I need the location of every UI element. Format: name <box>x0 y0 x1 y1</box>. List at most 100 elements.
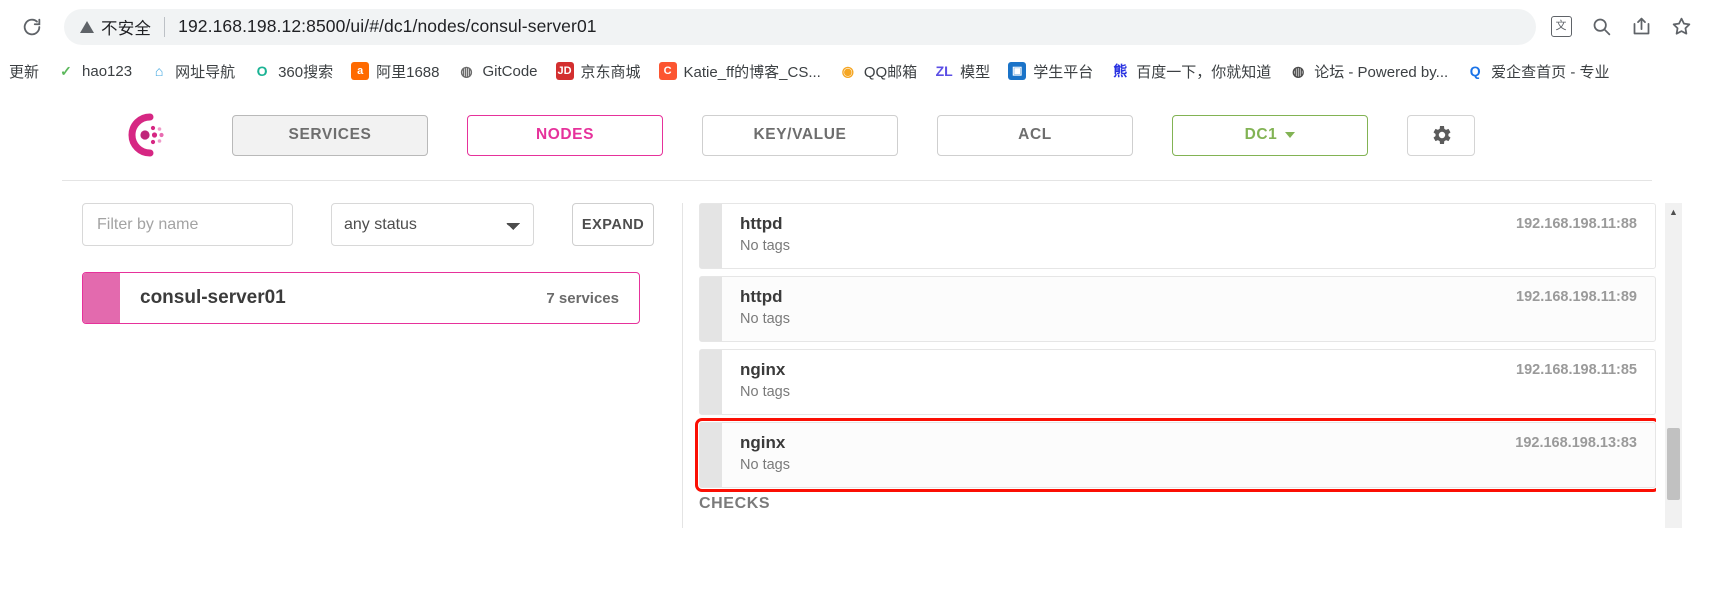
bookmark-label: hao123 <box>82 62 133 80</box>
service-row[interactable]: nginx No tags 192.168.198.11:85 <box>699 349 1656 415</box>
bookmark-label: 爱企查首页 - 专业 <box>1491 63 1610 81</box>
bookmark-favicon-icon: JD <box>555 62 574 80</box>
consul-body: any statuspassingwarningcritical EXPAND … <box>0 181 1714 549</box>
bookmark-item[interactable]: ◍ 论坛 - Powered by... <box>1280 57 1457 85</box>
bookmark-favicon-icon: Q <box>1466 62 1485 80</box>
url-text: 192.168.198.12:8500/ui/#/dc1/nodes/consu… <box>178 16 597 36</box>
service-address: 192.168.198.11:89 <box>1516 289 1637 305</box>
bookmark-label: Katie_ff的博客_CS... <box>683 63 821 81</box>
security-label: 不安全 <box>101 19 152 38</box>
node-status-indicator <box>83 273 120 323</box>
bookmark-item[interactable]: C Katie_ff的博客_CS... <box>650 57 830 85</box>
node-name: consul-server01 <box>140 287 286 308</box>
zoom-icon[interactable] <box>1586 12 1616 42</box>
share-icon[interactable] <box>1626 12 1656 42</box>
bookmarks-bar: 更新 ✓ hao123 ⌂ 网址导航 O 360搜索 a 阿里1688 ◍ GitCode JD 京东商… <box>0 53 1714 89</box>
services-scrollbar[interactable]: ▲ <box>1665 203 1682 528</box>
bookmark-item[interactable]: 更新 <box>0 57 48 85</box>
service-status-indicator <box>700 204 722 268</box>
address-bar[interactable]: 不安全 192.168.198.12:8500/ui/#/dc1/nodes/c… <box>64 8 1536 45</box>
omnibox-row: 不安全 192.168.198.12:8500/ui/#/dc1/nodes/c… <box>0 0 1714 53</box>
consul-app: SERVICES NODES KEY/VALUE ACL DC1 any sta… <box>0 90 1714 549</box>
filters-row: any statuspassingwarningcritical EXPAND <box>82 203 654 246</box>
bookmark-item[interactable]: Q 爱企查首页 - 专业 <box>1457 57 1618 85</box>
nodes-panel: any statuspassingwarningcritical EXPAND … <box>82 203 682 549</box>
datacenter-selector[interactable]: DC1 <box>1172 114 1368 156</box>
consul-nav: SERVICES NODES KEY/VALUE ACL DC1 <box>0 90 1714 180</box>
bookmark-favicon-icon: ▣ <box>1008 62 1027 80</box>
bookmark-star-icon[interactable] <box>1666 12 1696 42</box>
bookmark-favicon-icon: a <box>351 62 370 80</box>
service-row[interactable]: httpd No tags 192.168.198.11:89 <box>699 276 1656 342</box>
chevron-down-icon <box>1285 132 1296 138</box>
translate-icon[interactable]: 文 <box>1546 12 1576 42</box>
status-filter-select[interactable]: any statuspassingwarningcritical <box>331 203 535 246</box>
bookmark-favicon-icon: ZL <box>935 62 954 80</box>
bookmark-item[interactable]: ◍ GitCode <box>449 57 547 85</box>
bookmark-item[interactable]: a 阿里1688 <box>342 57 448 85</box>
warning-triangle-icon <box>80 20 94 33</box>
tab-nodes[interactable]: NODES <box>467 114 663 156</box>
filter-by-name-input[interactable] <box>82 203 293 246</box>
security-indicator[interactable]: 不安全 <box>80 15 151 39</box>
gear-icon <box>1433 126 1451 144</box>
bookmark-item[interactable]: O 360搜索 <box>244 57 342 85</box>
bookmark-label: QQ邮箱 <box>863 63 918 81</box>
service-name: httpd <box>740 214 783 233</box>
tab-acl[interactable]: ACL <box>937 114 1133 156</box>
bookmark-label: 学生平台 <box>1033 63 1094 81</box>
bookmark-label: 模型 <box>960 63 991 81</box>
service-row[interactable]: httpd No tags 192.168.198.11:88 <box>699 203 1656 269</box>
service-text: httpd No tags <box>722 204 1516 254</box>
reload-icon[interactable] <box>14 9 50 45</box>
node-card-consul-server01[interactable]: consul-server01 7 services <box>82 272 640 324</box>
bookmark-item[interactable]: ▣ 学生平台 <box>999 57 1102 85</box>
service-status-indicator <box>700 350 722 414</box>
service-tags: No tags <box>740 238 790 255</box>
bookmark-item[interactable]: ◉ QQ邮箱 <box>830 57 926 85</box>
scrollbar-thumb[interactable] <box>1667 428 1680 500</box>
service-name: httpd <box>740 287 783 306</box>
tab-services-label: SERVICES <box>288 126 372 143</box>
tab-nodes-label: NODES <box>535 126 595 143</box>
bookmark-favicon-icon: ⌂ <box>150 62 169 80</box>
omnibox-divider <box>164 16 166 37</box>
service-text: httpd No tags <box>722 277 1516 327</box>
tab-key-value[interactable]: KEY/VALUE <box>702 114 898 156</box>
bookmark-favicon-icon: ◍ <box>1289 62 1308 80</box>
settings-button[interactable] <box>1407 114 1475 156</box>
bookmark-item[interactable]: ✓ hao123 <box>48 57 141 85</box>
consul-logo <box>120 109 172 161</box>
service-row[interactable]: nginx No tags 192.168.198.13:83 <box>695 418 1656 492</box>
bookmark-label: 360搜索 <box>278 63 334 81</box>
bookmark-item[interactable]: 熊百度一下，你就知道 <box>1102 57 1280 85</box>
bookmark-label: 更新 <box>9 63 40 81</box>
service-text: nginx No tags <box>722 350 1516 400</box>
bookmark-favicon-icon: ✓ <box>57 62 76 80</box>
service-address: 192.168.198.11:88 <box>1516 216 1637 232</box>
bookmark-favicon-icon: C <box>658 62 677 80</box>
tab-key-value-label: KEY/VALUE <box>753 126 847 143</box>
services-panel: httpd No tags 192.168.198.11:88 httpd No tag… <box>682 203 1714 549</box>
service-tags: No tags <box>740 457 790 474</box>
bookmark-favicon-icon: ◉ <box>838 62 857 80</box>
tab-services[interactable]: SERVICES <box>232 114 428 156</box>
bookmark-label: 京东商城 <box>580 63 641 81</box>
omnibox-actions: 文 <box>1546 12 1704 42</box>
expand-button[interactable]: EXPAND <box>572 203 654 246</box>
bookmark-item[interactable]: ZL 模型 <box>926 57 999 85</box>
service-address: 192.168.198.11:85 <box>1516 362 1637 378</box>
service-name: nginx <box>740 360 786 379</box>
bookmark-label: GitCode <box>482 62 538 80</box>
service-status-indicator <box>700 423 722 487</box>
tab-acl-label: ACL <box>1018 126 1052 143</box>
bookmark-item[interactable]: JD 京东商城 <box>547 57 650 85</box>
bookmark-item[interactable]: ⌂ 网址导航 <box>141 57 244 85</box>
datacenter-label: DC1 <box>1244 126 1278 143</box>
service-status-indicator <box>700 277 722 341</box>
bookmark-label: 论坛 - Powered by... <box>1314 63 1449 81</box>
bookmark-favicon-icon: O <box>253 62 272 80</box>
scroll-up-arrow-icon[interactable]: ▲ <box>1665 203 1682 220</box>
bookmark-favicon-icon: ◍ <box>457 62 476 80</box>
bookmark-label: 百度一下，你就知道 <box>1136 63 1272 81</box>
